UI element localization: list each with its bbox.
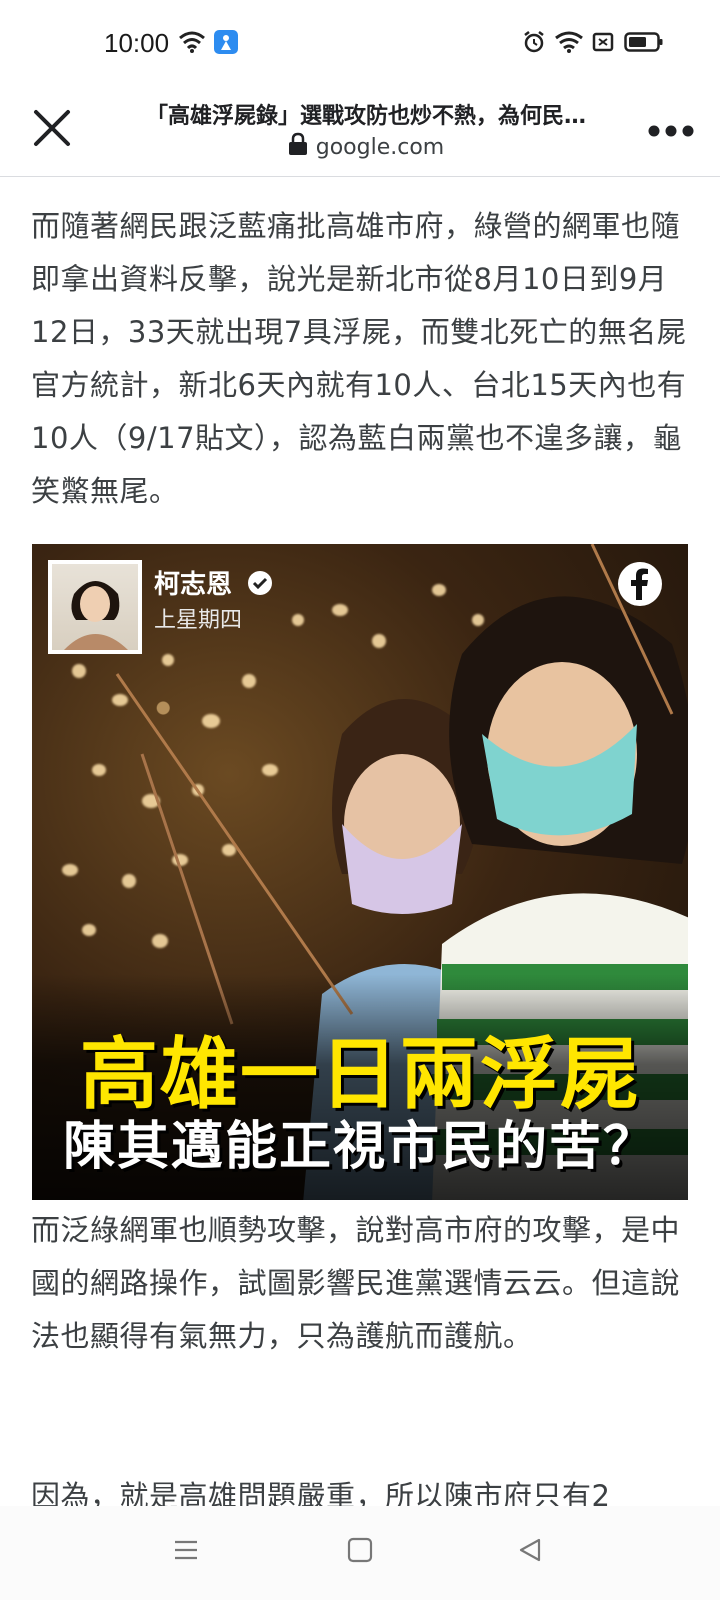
more-options-icon[interactable] bbox=[646, 118, 696, 144]
system-navigation-bar bbox=[0, 1506, 720, 1600]
status-time: 10:00 bbox=[104, 28, 170, 58]
author-name: 柯志恩 bbox=[154, 570, 233, 600]
url-text: google.com bbox=[315, 135, 445, 160]
app-notification-icon bbox=[214, 30, 238, 54]
status-bar: 10:00 bbox=[0, 0, 720, 88]
image-headline-secondary: 陳其邁能正視市民的苦？ bbox=[62, 1116, 657, 1177]
facebook-post-image[interactable]: 柯志恩 上星期四 高雄一日兩浮屍 陳其邁能正視市民的苦？ bbox=[32, 544, 688, 1200]
page-title: 「高雄浮屍錄」選戰攻防也炒不熱，為何民… bbox=[145, 104, 586, 129]
post-date: 上星期四 bbox=[154, 608, 243, 633]
alarm-icon bbox=[524, 31, 544, 53]
article-content: 而隨著網民跟泛藍痛批高雄市府，綠營的網軍也隨即拿出資料反擊，說光是新北市從8月1… bbox=[0, 176, 720, 1506]
wifi-signal-icon bbox=[555, 31, 583, 53]
sim-icon bbox=[592, 32, 614, 52]
home-icon[interactable] bbox=[346, 1536, 374, 1564]
avatar[interactable] bbox=[48, 560, 142, 654]
battery-icon bbox=[624, 32, 663, 52]
custom-tab-toolbar: 「高雄浮屍錄」選戰攻防也炒不熱，為何民… google.com bbox=[0, 88, 720, 177]
wifi-icon bbox=[179, 31, 205, 53]
article-paragraph: 而泛綠網軍也順勢攻擊，說對高市府的攻擊，是中國的網路操作，試圖影響民進黨選情云云… bbox=[31, 1213, 681, 1353]
menu-icon[interactable] bbox=[172, 1536, 200, 1564]
lock-icon bbox=[288, 132, 307, 155]
facebook-icon bbox=[618, 562, 662, 606]
article-paragraph-partial: 因為，就是高雄問題嚴重，所以陳市府只有2 bbox=[31, 1479, 611, 1506]
verified-badge-icon bbox=[248, 571, 273, 595]
page-url: google.com bbox=[110, 132, 622, 160]
article-paragraph: 而隨著網民跟泛藍痛批高雄市府，綠營的網軍也隨即拿出資料反擊，說光是新北市從8月1… bbox=[31, 209, 687, 508]
close-icon[interactable] bbox=[30, 106, 74, 150]
post-author[interactable]: 柯志恩 bbox=[154, 564, 273, 601]
back-icon[interactable] bbox=[516, 1536, 544, 1564]
